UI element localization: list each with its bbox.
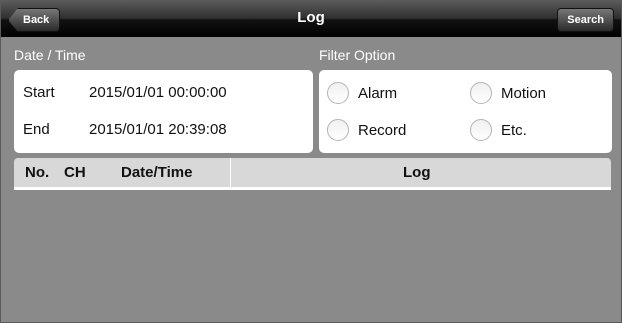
log-table-header: No. CH Date/Time Log: [14, 158, 611, 190]
filter-option-motion[interactable]: Motion: [470, 82, 546, 104]
nav-bar: Back Log Search: [1, 1, 621, 37]
search-button[interactable]: Search: [557, 8, 614, 32]
alarm-label: Alarm: [358, 84, 398, 102]
record-radio[interactable]: [327, 119, 349, 141]
column-header-ch[interactable]: CH: [64, 164, 86, 181]
column-header-log[interactable]: Log: [403, 164, 431, 181]
column-header-no[interactable]: No.: [25, 164, 49, 181]
filter-panel: Alarm Motion Record Etc.: [319, 70, 612, 153]
datetime-section-label: Date / Time: [14, 47, 86, 63]
filter-option-etc[interactable]: Etc.: [470, 119, 527, 141]
start-label: Start: [23, 84, 55, 101]
end-datetime-value[interactable]: 2015/01/01 20:39:08: [89, 121, 227, 138]
log-table-body[interactable]: [14, 190, 611, 316]
start-row[interactable]: Start 2015/01/01 00:00:00: [23, 84, 303, 104]
column-divider: [230, 158, 231, 187]
filter-option-record[interactable]: Record: [327, 119, 406, 141]
record-label: Record: [358, 121, 407, 139]
end-row[interactable]: End 2015/01/01 20:39:08: [23, 121, 303, 141]
start-datetime-value[interactable]: 2015/01/01 00:00:00: [89, 84, 227, 101]
datetime-panel: Start 2015/01/01 00:00:00 End 2015/01/01…: [14, 70, 313, 153]
end-label: End: [23, 121, 50, 138]
motion-label: Motion: [501, 84, 547, 102]
alarm-radio[interactable]: [327, 82, 349, 104]
etc-radio[interactable]: [470, 119, 492, 141]
motion-radio[interactable]: [470, 82, 492, 104]
filter-section-label: Filter Option: [319, 47, 396, 63]
column-header-datetime[interactable]: Date/Time: [121, 164, 192, 181]
etc-label: Etc.: [501, 121, 527, 139]
filter-option-alarm[interactable]: Alarm: [327, 82, 397, 104]
page-title: Log: [297, 9, 325, 26]
app-window: Back Log Search Date / Time Filter Optio…: [0, 0, 622, 323]
